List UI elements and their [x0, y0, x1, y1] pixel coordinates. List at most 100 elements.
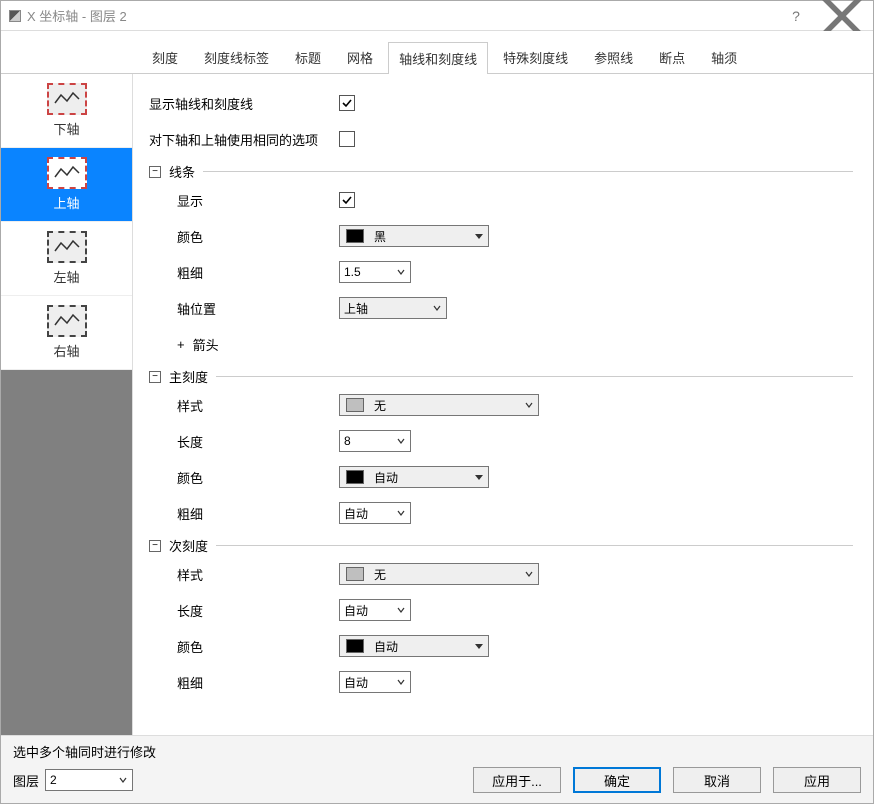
- collapse-icon[interactable]: −: [149, 371, 161, 383]
- same-top-bottom-checkbox[interactable]: [339, 131, 355, 147]
- layer-combo[interactable]: 2: [45, 769, 133, 791]
- style-swatch: [346, 567, 364, 581]
- chevron-down-icon: [428, 304, 446, 312]
- apply-to-button[interactable]: 应用于...: [473, 767, 561, 793]
- tab-rug[interactable]: 轴须: [700, 41, 748, 73]
- sidebar-item-label: 上轴: [53, 193, 79, 212]
- major-color-combo[interactable]: 自动: [339, 466, 489, 488]
- sidebar-item-label: 下轴: [53, 119, 79, 138]
- chevron-down-icon: [520, 401, 538, 409]
- tab-line-ticks[interactable]: 轴线和刻度线: [388, 42, 488, 74]
- sidebar-item-right[interactable]: 右轴: [1, 296, 132, 370]
- combo-text: 无: [370, 566, 520, 583]
- combo-text: 8: [340, 434, 392, 448]
- window-title: X 坐标轴 - 图层 2: [27, 6, 773, 25]
- help-button[interactable]: ?: [773, 1, 819, 31]
- arrow-section[interactable]: + 箭头: [149, 335, 339, 354]
- chevron-down-icon: [470, 473, 488, 481]
- tab-tick-labels[interactable]: 刻度线标签: [193, 41, 280, 73]
- cancel-button[interactable]: 取消: [673, 767, 761, 793]
- line-width-label: 粗细: [149, 263, 339, 282]
- tab-grid[interactable]: 网格: [336, 41, 384, 73]
- section-major: − 主刻度: [149, 367, 853, 386]
- sidebar-item-label: 左轴: [53, 267, 79, 286]
- minor-style-label: 样式: [149, 565, 339, 584]
- minor-length-combo[interactable]: 自动: [339, 599, 411, 621]
- collapse-icon[interactable]: −: [149, 540, 161, 552]
- dialog-body: 下轴 上轴 左轴 右轴 显示轴线和刻度线: [1, 74, 873, 735]
- dialog-content: 刻度 刻度线标签 标题 网格 轴线和刻度线 特殊刻度线 参照线 断点 轴须 下轴…: [1, 31, 873, 803]
- major-color-label: 颜色: [149, 468, 339, 487]
- settings-panel: 显示轴线和刻度线 对下轴和上轴使用相同的选项 − 线条 显示 颜色: [133, 74, 873, 735]
- line-color-label: 颜色: [149, 227, 339, 246]
- major-length-combo[interactable]: 8: [339, 430, 411, 452]
- section-minor: − 次刻度: [149, 536, 853, 555]
- minor-color-label: 颜色: [149, 637, 339, 656]
- combo-text: 自动: [340, 505, 392, 522]
- major-length-label: 长度: [149, 432, 339, 451]
- major-style-label: 样式: [149, 396, 339, 415]
- tab-title[interactable]: 标题: [284, 41, 332, 73]
- apply-button[interactable]: 应用: [773, 767, 861, 793]
- section-divider: [216, 376, 853, 377]
- combo-text: 自动: [340, 602, 392, 619]
- ok-button[interactable]: 确定: [573, 767, 661, 793]
- line-show-checkbox[interactable]: [339, 192, 355, 208]
- combo-text: 上轴: [340, 300, 428, 317]
- combo-text: 自动: [370, 469, 470, 486]
- chevron-down-icon: [392, 678, 410, 686]
- sidebar-item-top[interactable]: 上轴: [1, 148, 132, 222]
- combo-text: 黑: [370, 228, 470, 245]
- axis-sidebar: 下轴 上轴 左轴 右轴: [1, 74, 133, 735]
- color-swatch: [346, 639, 364, 653]
- line-show-label: 显示: [149, 191, 339, 210]
- major-width-label: 粗细: [149, 504, 339, 523]
- show-axis-ticks-checkbox[interactable]: [339, 95, 355, 111]
- line-color-combo[interactable]: 黑: [339, 225, 489, 247]
- footer-hint: 选中多个轴同时进行修改: [13, 742, 861, 761]
- sidebar-empty: [1, 370, 132, 735]
- combo-text: 自动: [370, 638, 470, 655]
- arrow-label: 箭头: [193, 335, 219, 354]
- axis-dialog-window: X 坐标轴 - 图层 2 ? 刻度 刻度线标签 标题 网格 轴线和刻度线 特殊刻…: [0, 0, 874, 804]
- minor-width-combo[interactable]: 自动: [339, 671, 411, 693]
- minor-color-combo[interactable]: 自动: [339, 635, 489, 657]
- show-axis-ticks-label: 显示轴线和刻度线: [149, 94, 339, 113]
- combo-text: 2: [46, 773, 114, 787]
- tab-reference-lines[interactable]: 参照线: [583, 41, 644, 73]
- tab-special-ticks[interactable]: 特殊刻度线: [492, 41, 579, 73]
- sidebar-item-bottom[interactable]: 下轴: [1, 74, 132, 148]
- minor-width-label: 粗细: [149, 673, 339, 692]
- axis-top-icon: [47, 157, 87, 189]
- major-width-combo[interactable]: 自动: [339, 502, 411, 524]
- chevron-down-icon: [392, 437, 410, 445]
- footer-button-row: 图层 2 应用于... 确定 取消 应用: [13, 767, 861, 793]
- sidebar-item-left[interactable]: 左轴: [1, 222, 132, 296]
- chevron-down-icon: [470, 232, 488, 240]
- same-top-bottom-label: 对下轴和上轴使用相同的选项: [149, 130, 339, 149]
- style-swatch: [346, 398, 364, 412]
- tab-breaks[interactable]: 断点: [648, 41, 696, 73]
- close-button[interactable]: [819, 1, 865, 31]
- axis-pos-label: 轴位置: [149, 299, 339, 318]
- chevron-down-icon: [392, 268, 410, 276]
- chevron-down-icon: [114, 776, 132, 784]
- axis-left-icon: [47, 231, 87, 263]
- color-swatch: [346, 229, 364, 243]
- section-line: − 线条: [149, 162, 853, 181]
- major-style-combo[interactable]: 无: [339, 394, 539, 416]
- axis-right-icon: [47, 305, 87, 337]
- sidebar-item-label: 右轴: [53, 341, 79, 360]
- collapse-icon[interactable]: −: [149, 166, 161, 178]
- dialog-footer: 选中多个轴同时进行修改 图层 2 应用于... 确定 取消 应用: [1, 735, 873, 803]
- combo-text: 无: [370, 397, 520, 414]
- tab-scale[interactable]: 刻度: [141, 41, 189, 73]
- section-divider: [203, 171, 853, 172]
- section-major-title: 主刻度: [169, 367, 208, 386]
- axis-pos-combo[interactable]: 上轴: [339, 297, 447, 319]
- section-divider: [216, 545, 853, 546]
- minor-style-combo[interactable]: 无: [339, 563, 539, 585]
- app-icon: [9, 10, 21, 22]
- minor-length-label: 长度: [149, 601, 339, 620]
- line-width-combo[interactable]: 1.5: [339, 261, 411, 283]
